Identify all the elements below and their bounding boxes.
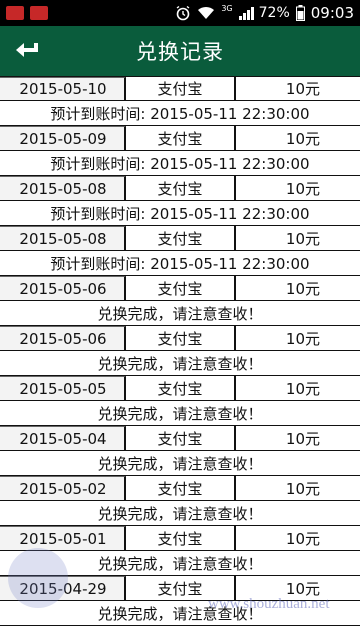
back-arrow-icon[interactable]	[14, 40, 40, 62]
watermark-text: www.shouzhuan.net	[208, 596, 330, 612]
battery-icon	[295, 5, 305, 21]
record-note: 兑换完成，请注意查收！	[0, 451, 360, 476]
clock: 09:03	[310, 4, 354, 22]
notification-icon	[30, 6, 48, 20]
record-amount: 10元	[285, 329, 320, 348]
record-row: 2015-05-02 支付宝 10元	[0, 476, 360, 501]
network-label: 3G	[221, 4, 233, 13]
record-amount: 10元	[285, 179, 320, 198]
record-method: 支付宝	[126, 77, 236, 100]
record-amount: 10元	[285, 429, 320, 448]
record-list: 2015-05-10 支付宝 10元 预计到账时间: 2015-05-11 22:30…	[0, 76, 360, 626]
record-date: 2015-05-05	[0, 376, 126, 400]
watermark-logo	[8, 548, 68, 608]
record-amount: 10元	[285, 529, 320, 548]
record-date: 2015-05-10	[0, 77, 126, 100]
record-row: 2015-05-05 支付宝 10元	[0, 376, 360, 401]
battery-level: 72%	[258, 5, 290, 21]
record-note: 兑换完成，请注意查收！	[0, 401, 360, 426]
record-method: 支付宝	[126, 426, 236, 450]
wifi-icon	[197, 6, 215, 20]
record-method: 支付宝	[126, 476, 236, 500]
record-row: 2015-05-10 支付宝 10元	[0, 76, 360, 101]
record-date: 2015-05-06	[0, 326, 126, 350]
record-date: 2015-05-04	[0, 426, 126, 450]
record-method: 支付宝	[126, 526, 236, 550]
notification-icon	[6, 6, 24, 20]
record-row: 2015-05-06 支付宝 10元	[0, 276, 360, 301]
signal-icon	[238, 6, 255, 20]
record-date: 2015-05-01	[0, 526, 126, 550]
record-date: 2015-05-08	[0, 226, 126, 250]
page-title: 兑换记录	[136, 40, 224, 64]
record-amount: 10元	[285, 129, 320, 148]
record-amount: 10元	[285, 80, 320, 98]
record-note: 兑换完成，请注意查收！	[0, 351, 360, 376]
record-method: 支付宝	[126, 376, 236, 400]
app-bar: 兑换记录	[0, 26, 360, 76]
alarm-icon	[175, 5, 191, 21]
record-method: 支付宝	[126, 326, 236, 350]
record-amount: 10元	[285, 379, 320, 398]
record-row: 2015-05-01 支付宝 10元	[0, 526, 360, 551]
record-row: 2015-05-08 支付宝 10元	[0, 226, 360, 251]
record-amount: 10元	[285, 479, 320, 498]
record-date: 2015-05-02	[0, 476, 126, 500]
record-note: 预计到账时间: 2015-05-11 22:30:00	[0, 251, 360, 276]
record-date: 2015-05-06	[0, 276, 126, 300]
record-date: 2015-05-08	[0, 176, 126, 200]
record-row: 2015-05-08 支付宝 10元	[0, 176, 360, 201]
record-amount: 10元	[285, 229, 320, 248]
record-amount: 10元	[285, 279, 320, 298]
record-note: 兑换完成，请注意查收！	[0, 301, 360, 326]
record-row: 2015-05-06 支付宝 10元	[0, 326, 360, 351]
record-note: 兑换完成，请注意查收！	[0, 501, 360, 526]
record-note: 预计到账时间: 2015-05-11 22:30:00	[0, 201, 360, 226]
record-row: 2015-05-09 支付宝 10元	[0, 126, 360, 151]
record-method: 支付宝	[126, 126, 236, 150]
record-method: 支付宝	[126, 226, 236, 250]
record-row: 2015-05-04 支付宝 10元	[0, 426, 360, 451]
record-method: 支付宝	[126, 276, 236, 300]
record-method: 支付宝	[126, 176, 236, 200]
record-note: 预计到账时间: 2015-05-11 22:30:00	[0, 151, 360, 176]
status-bar: 3G 72% 09:03	[0, 0, 360, 26]
record-date: 2015-05-09	[0, 126, 126, 150]
record-note: 预计到账时间: 2015-05-11 22:30:00	[0, 101, 360, 126]
